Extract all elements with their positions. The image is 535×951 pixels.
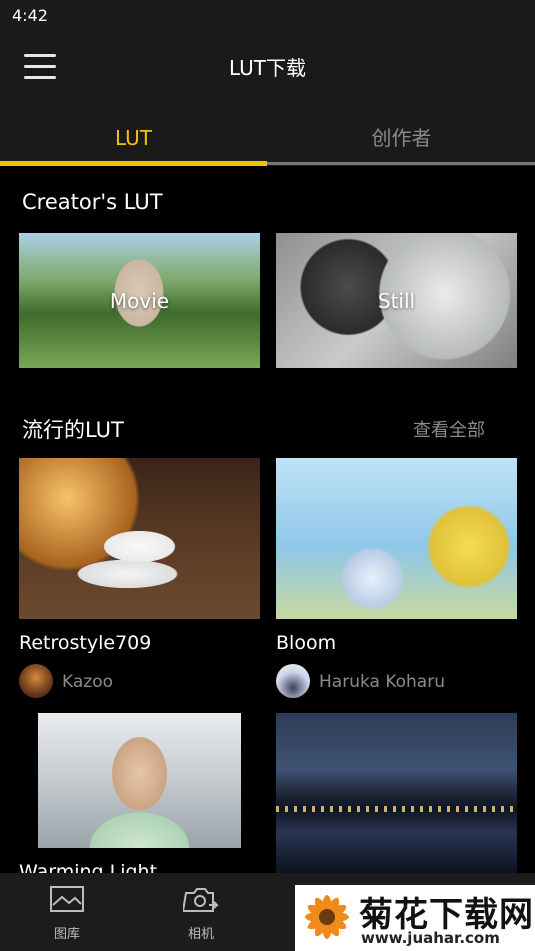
author-kazoo[interactable]: Kazoo <box>62 672 113 692</box>
city-lut-thumbnail[interactable] <box>276 713 517 873</box>
app-header: LUT下载 <box>0 30 535 102</box>
tab-bar: LUT 创作者 <box>0 102 535 166</box>
watermark-url: www.juahar.com <box>361 929 500 947</box>
avatar[interactable] <box>19 664 53 698</box>
still-card-label: Still <box>377 288 416 313</box>
see-all-link[interactable]: 查看全部 <box>413 416 485 442</box>
bloom-thumbnail[interactable] <box>276 458 517 619</box>
creators-lut-title: Creator's LUT <box>22 190 163 214</box>
flower-logo-icon <box>305 895 349 939</box>
tab-creators[interactable]: 创作者 <box>268 102 535 166</box>
active-tab-indicator <box>0 161 267 166</box>
movie-card-label: Movie <box>109 288 170 313</box>
tab-divider <box>267 162 535 165</box>
nav-gallery[interactable]: 图库 <box>12 873 122 951</box>
status-bar: 4:42 <box>0 0 535 30</box>
camera-switch-icon <box>183 888 219 912</box>
nav-gallery-label: 图库 <box>53 927 80 942</box>
status-time: 4:42 <box>12 6 48 25</box>
page-title: LUT下载 <box>228 56 306 80</box>
retrostyle709-title[interactable]: Retrostyle709 <box>19 632 151 654</box>
watermark: 菊花下载网 www.juahar.com <box>295 885 535 951</box>
avatar[interactable] <box>276 664 310 698</box>
bloom-title[interactable]: Bloom <box>276 632 336 654</box>
gallery-icon <box>50 886 84 912</box>
popular-lut-title: 流行的LUT <box>22 418 124 442</box>
author-haruka-koharu[interactable]: Haruka Koharu <box>319 672 445 692</box>
tab-lut[interactable]: LUT <box>0 102 267 166</box>
nav-camera-label: 相机 <box>187 927 214 942</box>
nav-camera[interactable]: 相机 <box>146 873 256 951</box>
still-lut-card[interactable]: Still <box>276 233 517 368</box>
warming-light-thumbnail[interactable] <box>38 713 241 848</box>
movie-lut-card[interactable]: Movie <box>19 233 260 368</box>
retrostyle709-thumbnail[interactable] <box>19 458 260 619</box>
